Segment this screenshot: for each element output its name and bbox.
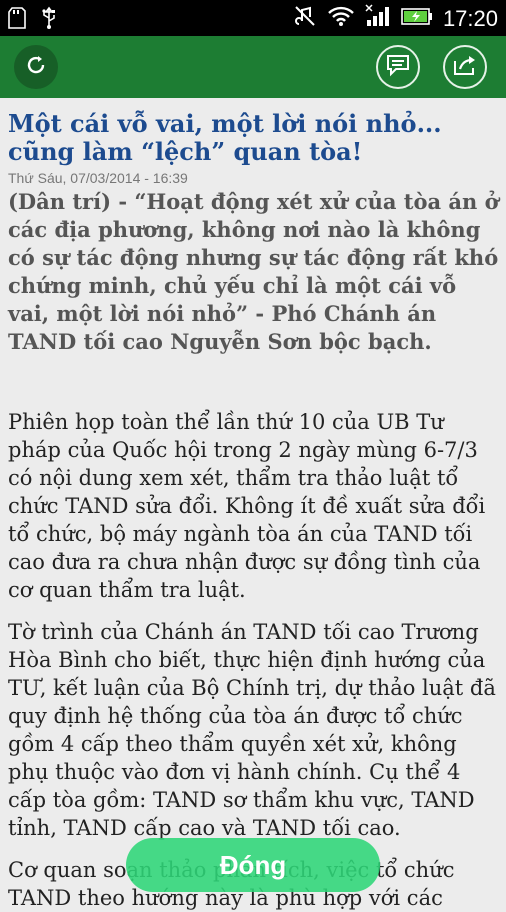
status-bar-right: 17:20 [293,4,498,33]
toolbar [0,36,506,98]
article-title: Một cái vỗ vai, một lời nói nhỏ... cũng … [8,109,442,166]
wifi-icon [327,5,355,32]
article-paragraph: Tờ trình của Chánh án TAND tối cao Trươn… [8,620,496,840]
mute-icon [293,4,317,33]
sd-card-icon [8,7,26,34]
article-paragraph: Phiên họp toàn thể lần thứ 10 của UB Tư … [8,410,486,602]
article: Một cái vỗ vai, một lời nói nhỏ... cũng … [8,110,500,912]
status-bar: 17:20 [0,0,506,36]
comment-button[interactable] [376,45,420,89]
close-button[interactable]: Đóng [126,838,380,892]
status-bar-left [8,6,58,35]
refresh-button[interactable] [14,45,58,89]
signal-icon [365,4,391,33]
refresh-icon [24,53,48,81]
share-button[interactable] [443,45,487,89]
comment-icon [385,53,411,81]
share-icon [452,53,478,81]
battery-icon [401,6,433,31]
article-date: Thứ Sáu, 07/03/2014 - 16:39 [8,170,188,186]
clock: 17:20 [442,5,498,31]
article-lead: (Dân trí) - “Hoạt động xét xử của tòa án… [8,189,499,354]
usb-icon [40,6,58,35]
